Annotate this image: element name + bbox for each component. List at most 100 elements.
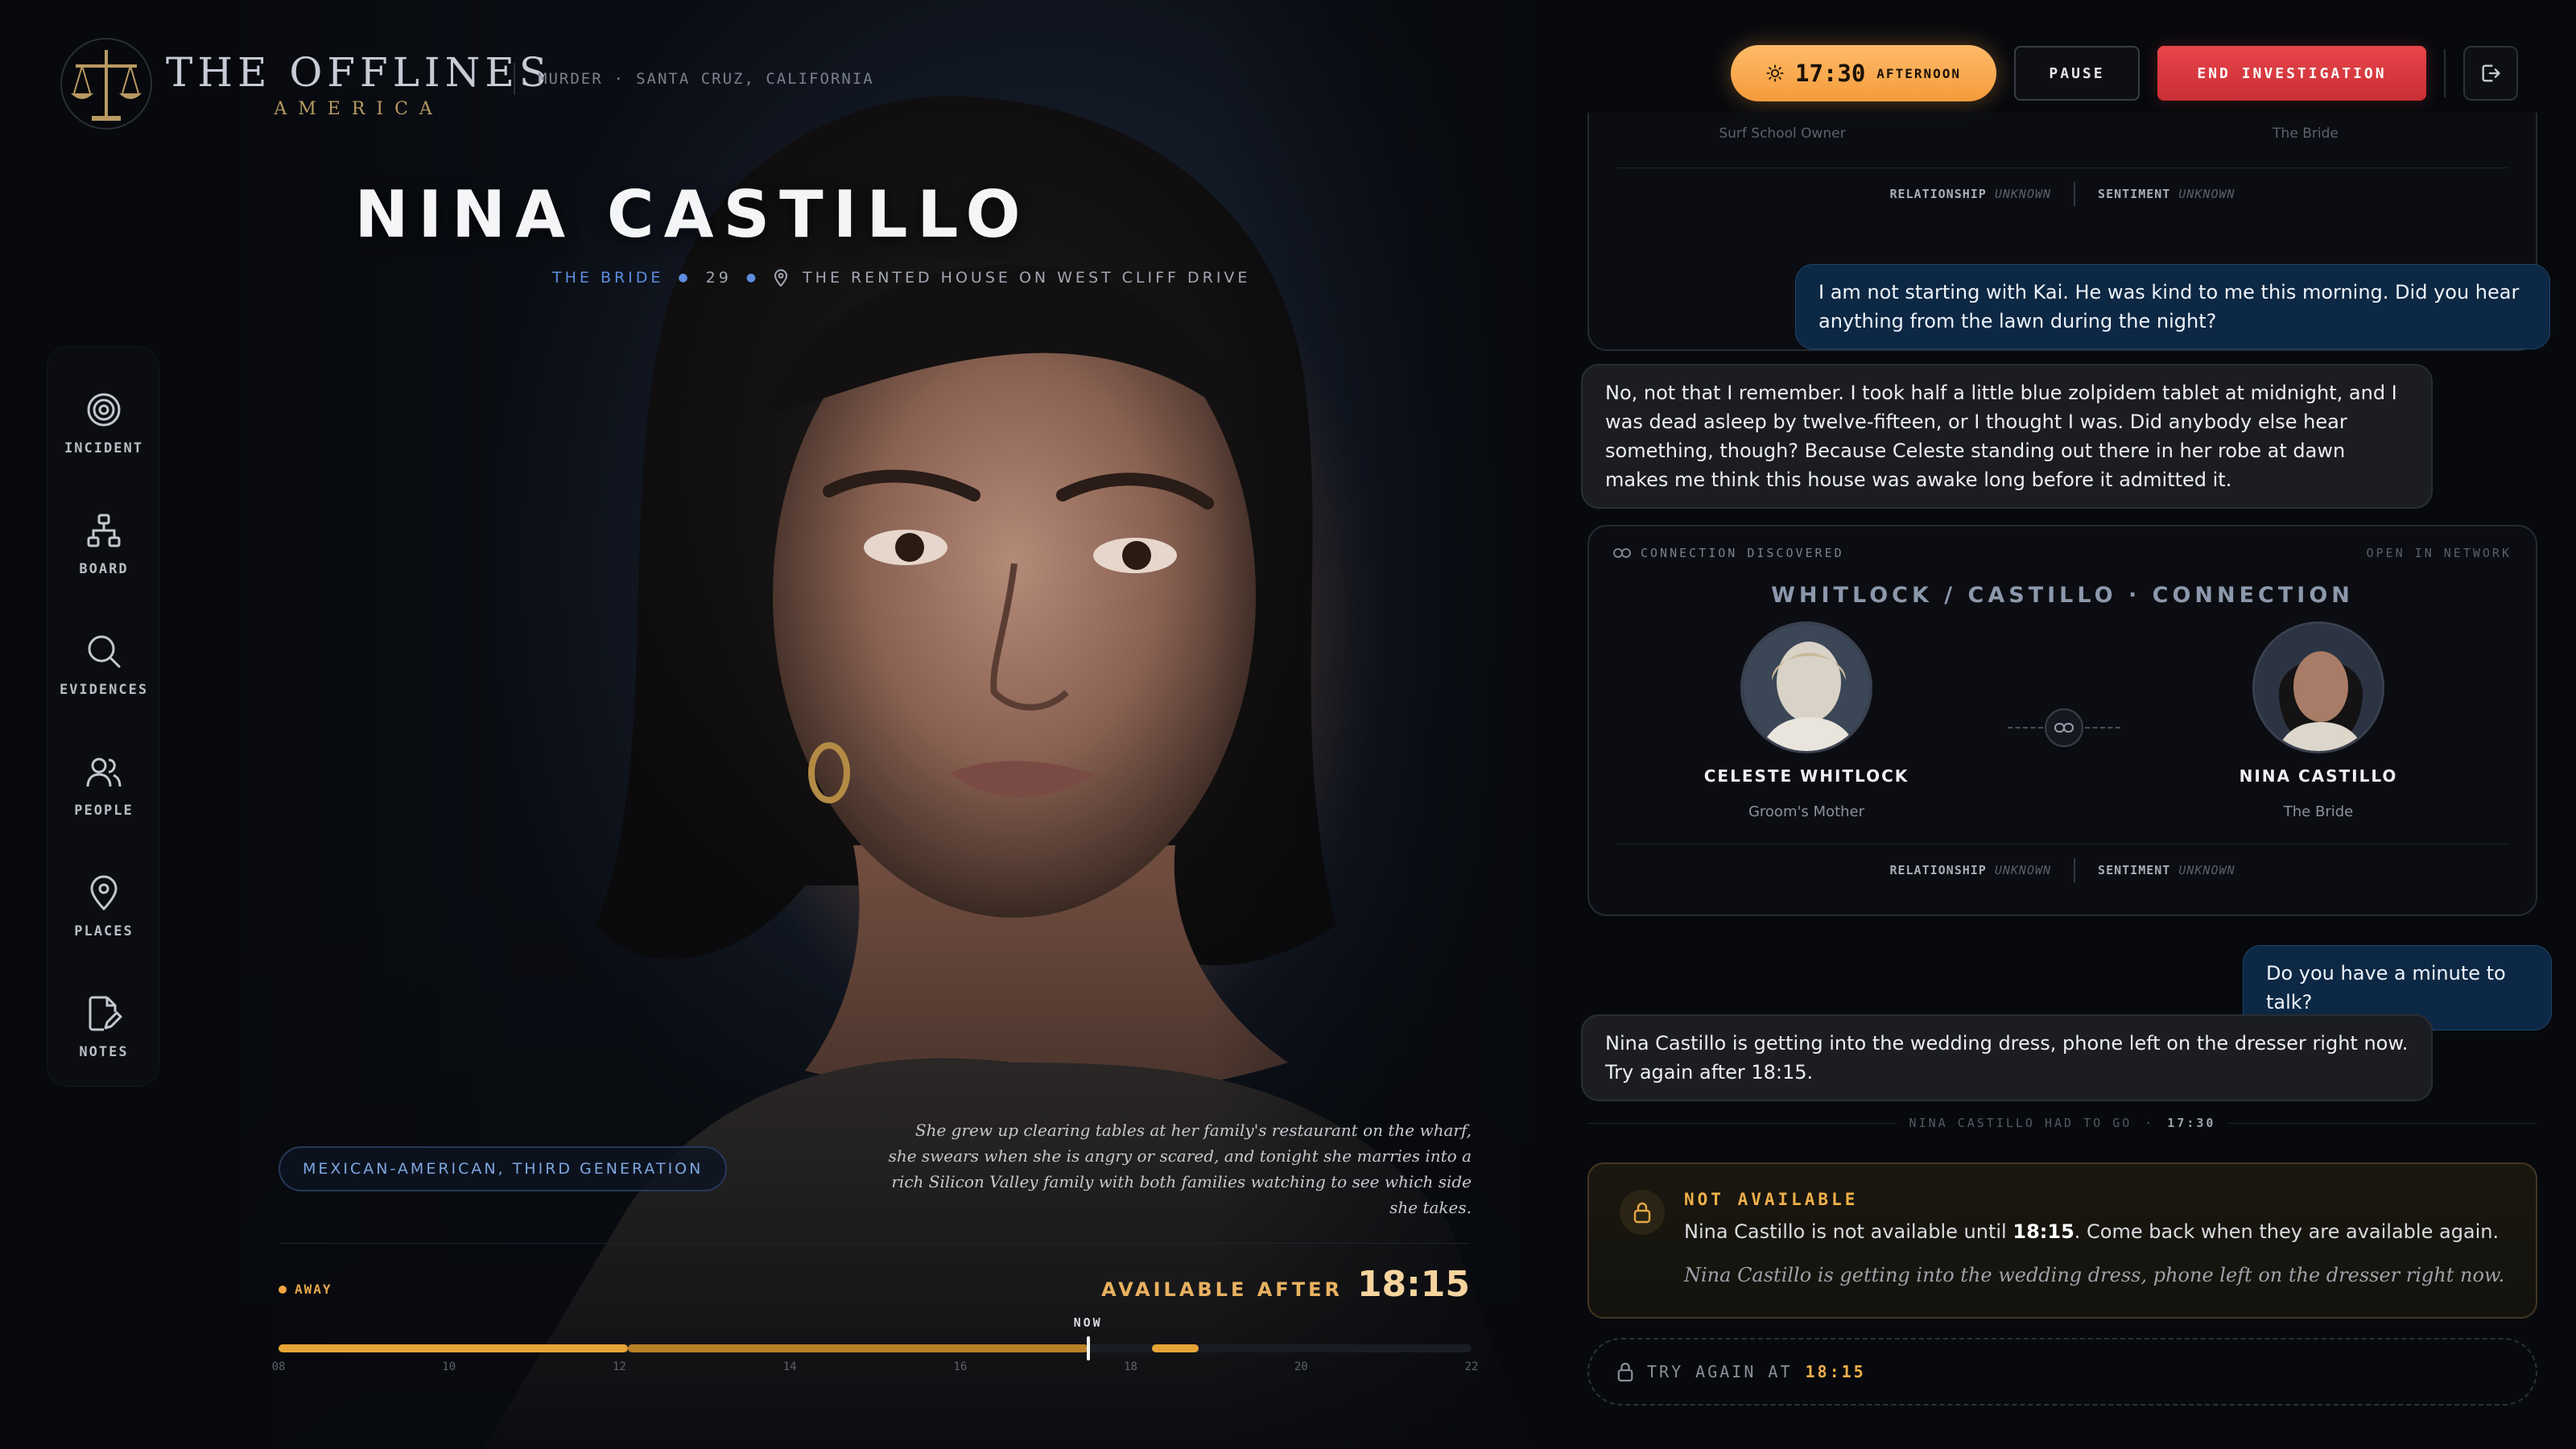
conversation-panel: Surf School Owner The Bride RELATIONSHIP… [1578,113,2552,1449]
case-type: MURDER [538,70,603,88]
timeline-tick-label: 10 [442,1360,456,1373]
avatar-nina[interactable] [2252,621,2384,753]
status-indicator: AWAY [279,1282,332,1297]
meta-separator [2074,182,2076,206]
sidebar-item-evidences[interactable]: EVIDENCES [47,613,160,717]
origin-tag: MEXICAN-AMERICAN, THIRD GENERATION [279,1146,728,1191]
brand-logo: THE OFFLINES AMERICA [58,35,551,132]
na-body-text: . Come back when they are available agai… [2074,1220,2500,1243]
location-pin-icon [774,269,788,287]
try-again-label: TRY AGAIN AT [1647,1362,1793,1381]
game-clock[interactable]: 17:30 AFTERNOON [1731,45,1996,101]
chat-message-user: I am not starting with Kai. He was kind … [1795,264,2550,349]
character-header: NINA CASTILLO [242,177,1530,252]
sidebar-item-label: PEOPLE [74,803,134,819]
sidebar-item-incident[interactable]: INCIDENT [47,371,160,476]
portrait-celeste [1743,624,1870,751]
sidebar-item-label: NOTES [79,1044,129,1060]
sidebar-nav: INCIDENT BOARD EVIDENCES PEOPLE PLACES N… [47,346,159,1087]
open-in-network-link[interactable]: OPEN IN NETWORK [2367,546,2512,560]
sidebar-item-board[interactable]: BOARD [47,492,160,597]
connection-line [2008,727,2043,729]
clock-period: AFTERNOON [1876,65,1961,81]
try-again-button[interactable]: TRY AGAIN AT 18:15 [1587,1338,2537,1406]
hierarchy-icon [87,514,121,547]
meta-dot: ● [678,271,691,284]
pause-button[interactable]: PAUSE [2014,46,2140,101]
timeline-now-label: NOW [1073,1315,1103,1330]
case-separator: · [613,70,625,88]
leave-time: 17:30 [2167,1116,2216,1130]
status-dot [279,1285,287,1294]
timeline-segment [628,1344,1088,1352]
person-name: NINA CASTILLO [2239,766,2398,786]
meta-dot: ● [745,271,760,284]
sidebar-item-label: PLACES [74,923,134,939]
connection-link-node[interactable] [2045,708,2083,747]
timeline-tick-label: 14 [782,1360,797,1373]
link-icon [1613,548,1631,558]
chain-link-icon [2054,723,2074,733]
availability: AVAILABLE AFTER 18:15 [1101,1264,1470,1305]
not-available-body: Nina Castillo is not available until 18:… [1684,1220,2499,1243]
timeline-tick-label: 12 [612,1360,626,1373]
divider-line [1587,1122,1897,1124]
search-icon [88,635,121,668]
connection-meta: RELATIONSHIP UNKNOWN SENTIMENT UNKNOWN [1589,182,2536,206]
try-again-time: 18:15 [1805,1362,1866,1381]
connection-line [2085,727,2120,729]
relationship-value: UNKNOWN [1994,187,2052,201]
timeline-tick-label: 08 [271,1360,286,1373]
divider-line [2228,1122,2537,1124]
chat-message-npc: No, not that I remember. I took half a l… [1581,364,2433,509]
sentiment-value: UNKNOWN [2178,187,2235,201]
top-actions: 17:30 AFTERNOON PAUSE END INVESTIGATION [1731,45,2518,101]
person-role: Surf School Owner [1719,126,1846,142]
person-role: The Bride [2283,803,2354,820]
note-edit-icon [89,996,122,1031]
relationship-label: RELATIONSHIP [1889,863,1987,877]
availability-time: 18:15 [1356,1264,1470,1305]
character-bio: She grew up clearing tables at her famil… [888,1121,1472,1217]
timeline-tick-label: 16 [953,1360,968,1373]
character-location: THE RENTED HOUSE ON WEST CLIFF DRIVE [803,269,1251,287]
clock-time: 17:30 [1794,60,1866,87]
connection-discovered-label: CONNECTION DISCOVERED [1641,546,1844,560]
brand-subtitle: AMERICA [274,98,444,119]
na-icon-badge [1620,1190,1665,1235]
sun-icon [1766,64,1784,82]
target-icon [87,393,121,427]
sidebar-item-label: EVIDENCES [59,682,149,698]
meta-separator [2074,858,2076,882]
portrait-nina [2255,624,2382,751]
brand-title: THE OFFLINES [166,48,552,96]
connection-title: WHITLOCK / CASTILLO · CONNECTION [1771,583,2354,608]
end-investigation-button[interactable]: END INVESTIGATION [2157,46,2426,101]
card-divider [1616,167,2508,168]
not-available-card: NOT AVAILABLE Nina Castillo is not avail… [1587,1162,2537,1319]
timeline-tick-label: 20 [1294,1360,1308,1373]
chat-message-npc: Nina Castillo is getting into the weddin… [1581,1014,2433,1101]
avatar-celeste[interactable] [1740,621,1872,753]
person-role: Groom's Mother [1748,803,1865,820]
timeline-segment [1152,1344,1199,1352]
character-meta: THE BRIDE ● 29 ● THE RENTED HOUSE ON WES… [552,269,1250,287]
sidebar-item-notes[interactable]: NOTES [47,975,160,1080]
toolbar-divider [2444,49,2446,97]
relationship-label: RELATIONSHIP [1889,187,1987,201]
timeline-tick-label: 18 [1124,1360,1137,1373]
sidebar-item-people[interactable]: PEOPLE [47,733,160,838]
connection-meta: RELATIONSHIP UNKNOWN SENTIMENT UNKNOWN [1589,858,2536,882]
sidebar-item-places[interactable]: PLACES [47,854,160,959]
sentiment-label: SENTIMENT [2098,863,2171,877]
character-age: 29 [705,269,732,287]
exit-button[interactable] [2463,46,2518,101]
lock-icon [1633,1202,1651,1224]
timeline-tick-label: 22 [1464,1360,1479,1373]
system-event-line: NINA CASTILLO HAD TO GO · 17:30 [1587,1116,2537,1130]
sidebar-item-label: INCIDENT [64,440,143,456]
not-available-title: NOT AVAILABLE [1684,1190,1859,1209]
na-body-text: Nina Castillo is not available until [1684,1220,2007,1243]
connection-header: CONNECTION DISCOVERED OPEN IN NETWORK [1613,546,2512,560]
timeline-now-marker [1086,1336,1090,1360]
